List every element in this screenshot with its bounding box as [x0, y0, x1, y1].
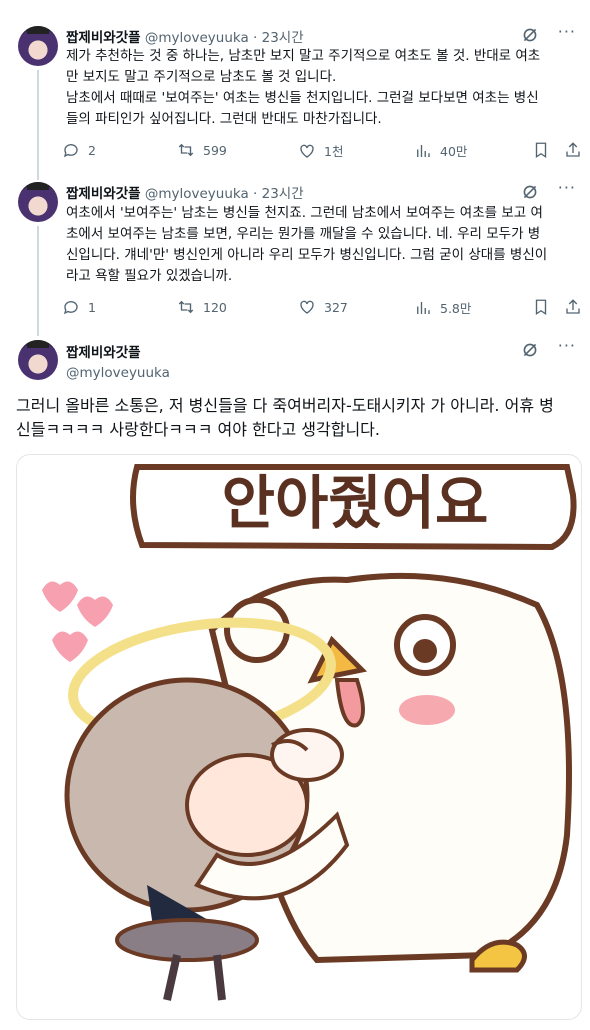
author-handle[interactable]: @myloveyuuka [66, 365, 170, 381]
sticker-illustration: 안아줬어요 [42, 464, 577, 1001]
view-count: 5.8만 [440, 301, 472, 316]
tweet-image[interactable]: 안아줬어요 [16, 454, 582, 1020]
author-handle[interactable]: @myloveyuuka [145, 186, 249, 202]
avatar[interactable] [18, 26, 58, 66]
tweet-time[interactable]: · 23시간 [253, 30, 304, 46]
tweet-text: 그러니 올바른 소통은, 저 병신들을 다 죽여버리자-도태시키자 가 아니라.… [16, 396, 554, 439]
grok-icon[interactable] [522, 27, 538, 43]
retweet-button[interactable]: 120 [177, 298, 227, 316]
author-name[interactable]: 짭제비와갓플 [66, 186, 141, 202]
tweet-actions: 2 599 1천 40만 [62, 141, 582, 163]
reply-button[interactable]: 1 [62, 298, 96, 316]
like-count: 1천 [324, 144, 344, 159]
author-name[interactable]: 짭제비와갓플 [66, 30, 141, 46]
retweet-icon [178, 143, 194, 157]
tweet-time[interactable]: · 23시간 [253, 186, 304, 202]
avatar[interactable] [18, 182, 58, 222]
thread-line [37, 226, 39, 336]
author-handle[interactable]: @myloveyuuka [145, 30, 249, 46]
reply-count: 2 [88, 142, 96, 158]
bookmark-icon[interactable] [532, 141, 550, 159]
reply-icon [63, 301, 78, 315]
more-icon[interactable]: ··· [558, 22, 576, 41]
reply-icon [63, 144, 78, 158]
tweet-actions: 1 120 327 5.8만 [62, 298, 582, 320]
avatar[interactable] [18, 340, 58, 380]
like-button[interactable]: 327 [298, 298, 348, 316]
retweet-count: 599 [203, 142, 227, 158]
views-icon [417, 301, 430, 314]
author-name[interactable]: 짭제비와갓플 [66, 341, 170, 361]
views-button[interactable]: 40만 [414, 141, 467, 160]
share-icon[interactable] [564, 141, 582, 159]
more-icon[interactable]: ··· [558, 336, 576, 355]
share-icon[interactable] [564, 298, 582, 316]
more-icon[interactable]: ··· [558, 178, 576, 197]
bookmark-icon[interactable] [532, 298, 550, 316]
views-button[interactable]: 5.8만 [414, 298, 471, 317]
tweet-text: 여초에서 '보여주는' 남초는 병신들 천지죠. 그런데 남초에서 보여주는 여… [66, 205, 548, 284]
reply-button[interactable]: 2 [62, 141, 96, 159]
retweet-button[interactable]: 599 [177, 141, 227, 159]
like-icon [300, 144, 314, 158]
retweet-count: 120 [203, 299, 227, 315]
views-icon [417, 144, 430, 157]
like-icon [300, 300, 314, 314]
thread-line [37, 70, 39, 180]
view-count: 40만 [440, 144, 468, 159]
grok-icon[interactable] [522, 342, 538, 358]
reply-count: 1 [88, 299, 96, 315]
like-button[interactable]: 1천 [298, 141, 343, 160]
tweet-text: 제가 추천하는 것 중 하나는, 남초만 보지 말고 주기적으로 여초도 볼 것… [66, 48, 541, 127]
sticker-caption: 안아줬어요 [222, 469, 489, 537]
retweet-icon [178, 300, 194, 314]
grok-icon[interactable] [522, 184, 538, 200]
like-count: 327 [324, 299, 348, 315]
